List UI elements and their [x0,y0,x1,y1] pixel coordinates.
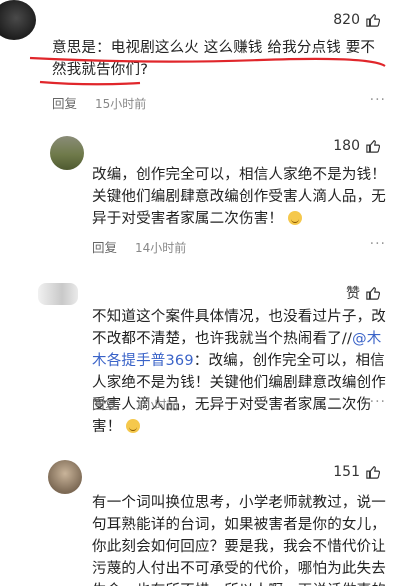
red-underline-annotation [29,56,386,86]
like-label: 赞 [346,286,360,302]
comment-text: 改编，创作完全可以，相信人家绝不是为钱！关键他们编剧肆意改编创作受害人滴人品，无… [92,164,388,230]
avatar[interactable] [48,460,82,494]
timestamp: 15小时前 [95,97,147,111]
more-options-icon[interactable]: ··· [370,236,386,252]
like-count-value: 151 [333,464,360,480]
more-options-icon[interactable]: ··· [370,92,386,108]
reply-button[interactable]: 回复 [92,397,117,412]
smirk-emoji-icon [287,211,302,225]
comment-text-part1: 不知道这个案件具体情况，也没看过片子，改不改都不清楚，也许我就当个热闹看了// [92,309,386,347]
thumbs-up-icon[interactable] [366,286,380,300]
comment-meta: 回复 14小时前 [92,237,186,256]
like-count-value: 180 [333,138,360,154]
timestamp: 14小时前 [135,241,187,255]
like-count[interactable]: 180 [333,138,380,154]
comment-meta: 回复 1小时前 [92,394,179,413]
avatar[interactable] [50,136,84,170]
smirk-emoji-icon [126,419,141,433]
like-count[interactable]: 赞 [346,283,380,303]
comment-text: 不知道这个案件具体情况，也没看过片子，改不改都不清楚，也许我就当个热闹看了//@… [92,306,388,438]
thumbs-up-icon[interactable] [366,465,380,479]
thumbs-up-icon[interactable] [366,139,380,153]
more-options-icon[interactable]: ··· [370,394,386,410]
reply-button[interactable]: 回复 [52,96,77,111]
comment-meta: 回复 15小时前 [52,93,146,112]
avatar[interactable] [38,283,78,305]
timestamp: 1小时前 [135,398,179,412]
comment-text: 有一个词叫换位思考，小学老师就教过，说一句耳熟能详的台词，如果被害者是你的女儿，… [92,495,386,586]
comment-text-body: 改编，创作完全可以，相信人家绝不是为钱！关键他们编剧肆意改编创作受害人滴人品，无… [92,167,386,227]
reply-button[interactable]: 回复 [92,240,117,255]
like-count[interactable]: 151 [333,464,380,480]
